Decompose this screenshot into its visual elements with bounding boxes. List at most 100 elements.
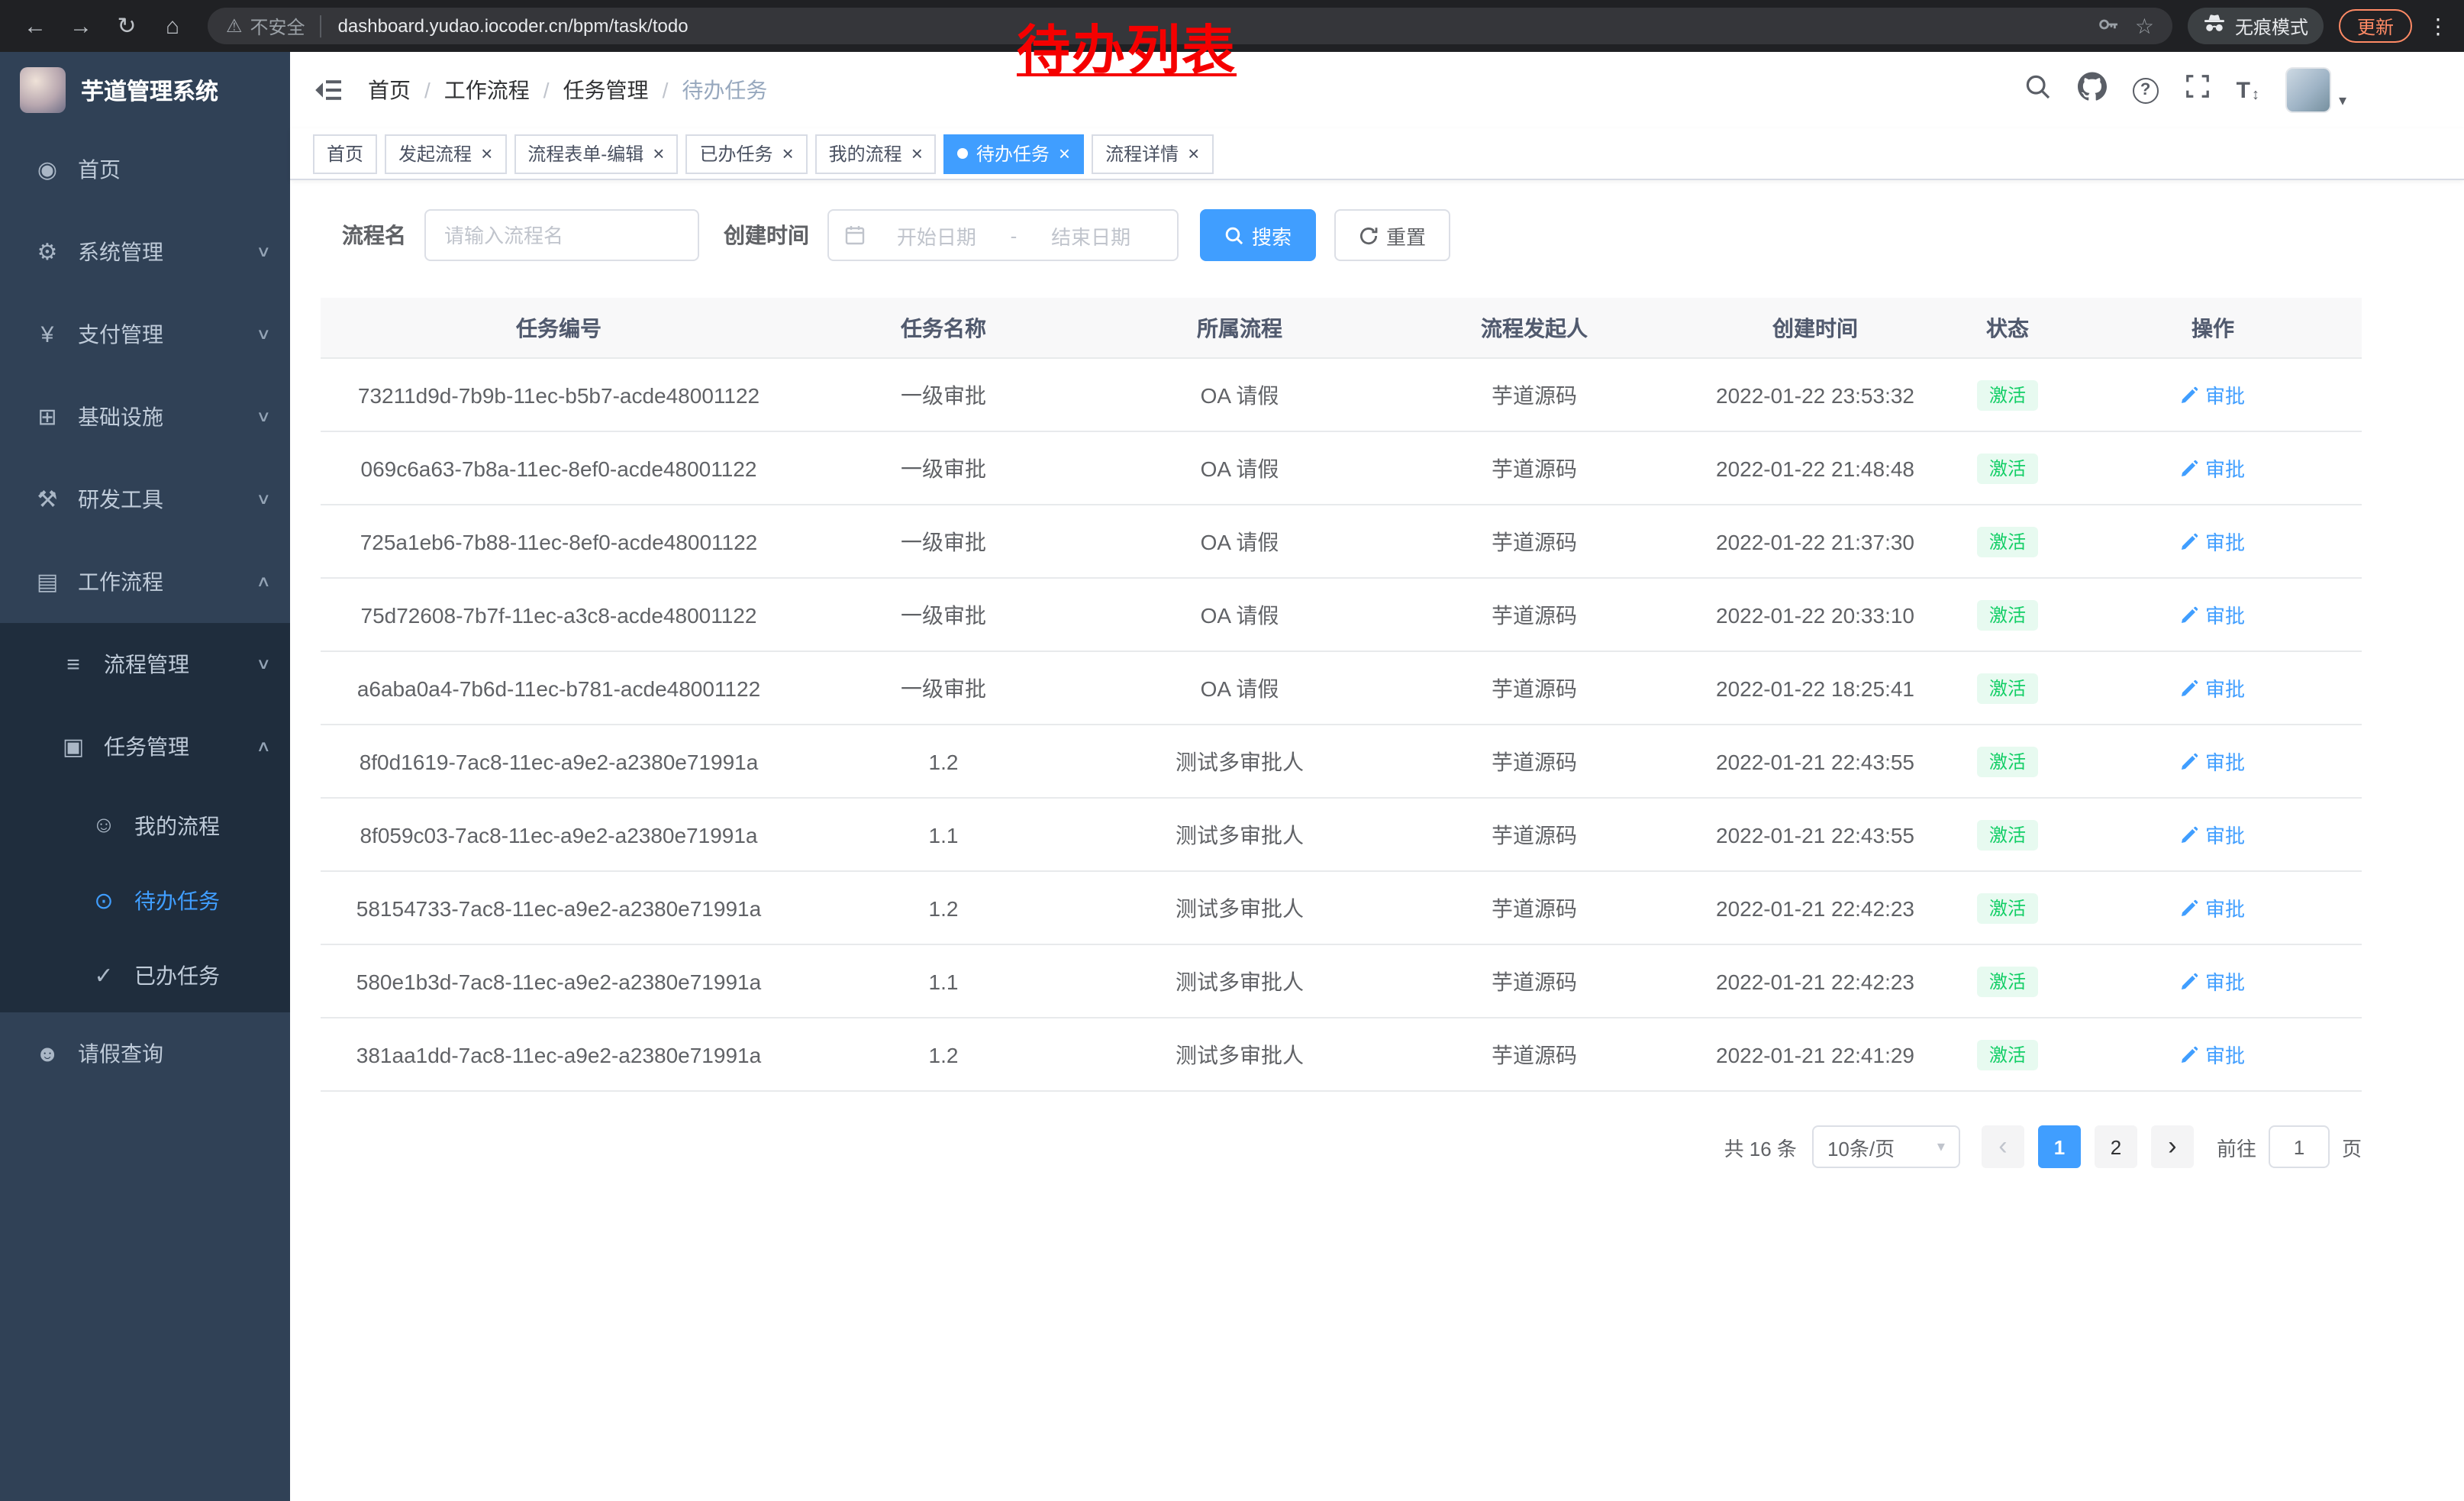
app-logo[interactable]: 芋道管理系统 — [0, 52, 290, 128]
sidebar-item-task-manage[interactable]: ▣ 任务管理 ∧ — [0, 705, 290, 788]
cell-action: 审批 — [2064, 380, 2362, 409]
sidebar-item-label: 研发工具 — [78, 484, 163, 515]
question-icon[interactable]: ? — [2133, 77, 2159, 103]
sidebar-item-label: 已办任务 — [134, 960, 220, 990]
cell-process: OA 请假 — [1090, 673, 1389, 703]
tab-label: 流程详情 — [1105, 140, 1179, 166]
close-icon[interactable]: × — [653, 144, 664, 163]
approve-link[interactable]: 审批 — [2181, 527, 2245, 556]
cell-process: 测试多审批人 — [1090, 819, 1389, 850]
approve-link[interactable]: 审批 — [2181, 893, 2245, 922]
tab-home[interactable]: 首页 — [313, 134, 377, 173]
search-button[interactable]: 搜索 — [1200, 209, 1316, 261]
sidebar-item-devtools[interactable]: ⚒ 研发工具 ∨ — [0, 458, 290, 541]
font-size-icon[interactable]: T↕ — [2237, 77, 2259, 103]
forward-icon[interactable]: → — [61, 6, 101, 46]
approve-link[interactable]: 审批 — [2181, 1040, 2245, 1069]
sidebar-item-leave-query[interactable]: ☻ 请假查询 — [0, 1012, 290, 1095]
reload-icon[interactable]: ↻ — [107, 6, 147, 46]
github-icon[interactable] — [2078, 72, 2107, 108]
approve-link[interactable]: 审批 — [2181, 600, 2245, 629]
tab-process-detail[interactable]: 流程详情 × — [1092, 134, 1213, 173]
sidebar-item-home[interactable]: ◉ 首页 — [0, 128, 290, 211]
sidebar-item-label: 流程管理 — [104, 649, 189, 679]
next-page-button[interactable]: › — [2151, 1125, 2194, 1168]
approve-link[interactable]: 审批 — [2181, 967, 2245, 996]
close-icon[interactable]: × — [481, 144, 492, 163]
key-icon[interactable] — [2098, 13, 2120, 39]
back-icon[interactable]: ← — [15, 6, 55, 46]
prev-page-button[interactable]: ‹ — [1982, 1125, 2024, 1168]
date-range-picker[interactable]: 开始日期 - 结束日期 — [827, 209, 1179, 261]
breadcrumb-separator: / — [424, 78, 431, 102]
close-icon[interactable]: × — [911, 144, 923, 163]
close-icon[interactable]: × — [1188, 144, 1199, 163]
cell-task-id: 8f0d1619-7ac8-11ec-a9e2-a2380e71991a — [321, 749, 797, 773]
breadcrumb-item[interactable]: 首页 — [368, 75, 411, 105]
sidebar-item-infrastructure[interactable]: ⊞ 基础设施 ∨ — [0, 376, 290, 458]
edit-icon — [2181, 825, 2199, 844]
sidebar-item-workflow[interactable]: ▤ 工作流程 ∧ — [0, 541, 290, 623]
reset-button[interactable]: 重置 — [1334, 209, 1450, 261]
user-menu[interactable]: ▾ — [2285, 67, 2346, 113]
table-row: 8f0d1619-7ac8-11ec-a9e2-a2380e71991a 1.2… — [321, 725, 2362, 799]
close-icon[interactable]: × — [1059, 144, 1070, 163]
hamburger-icon[interactable] — [313, 75, 343, 105]
approve-link[interactable]: 审批 — [2181, 380, 2245, 409]
goto-label: 前往 — [2217, 1132, 2256, 1161]
site-security[interactable]: ⚠ 不安全 — [226, 13, 305, 39]
fullscreen-icon[interactable] — [2185, 73, 2211, 107]
sidebar-item-payment[interactable]: ¥ 支付管理 ∨ — [0, 293, 290, 376]
tab-done-task[interactable]: 已办任务 × — [685, 134, 807, 173]
update-button[interactable]: 更新 — [2339, 9, 2412, 43]
search-icon[interactable] — [2024, 73, 2052, 108]
edit-icon — [2181, 1045, 2199, 1064]
cell-created-time: 2022-01-21 22:43:55 — [1679, 822, 1951, 847]
close-icon[interactable]: × — [782, 144, 793, 163]
tab-process-form-edit[interactable]: 流程表单-编辑 × — [514, 134, 678, 173]
sidebar-item-process-manage[interactable]: ≡ 流程管理 ∨ — [0, 623, 290, 705]
star-icon[interactable]: ☆ — [2135, 13, 2154, 39]
chevron-up-icon: ∧ — [256, 738, 271, 755]
table-row: a6aba0a4-7b6d-11ec-b781-acde48001122 一级审… — [321, 652, 2362, 725]
approve-link[interactable]: 审批 — [2181, 673, 2245, 702]
process-name-input[interactable] — [424, 209, 699, 261]
tab-todo-task[interactable]: 待办任务 × — [944, 134, 1084, 173]
sidebar-item-my-process[interactable]: ☺ 我的流程 — [0, 788, 290, 863]
sidebar-item-label: 系统管理 — [78, 237, 163, 267]
my-process-icon: ☺ — [87, 812, 121, 838]
omnibox-divider: │ — [316, 15, 327, 37]
approve-label: 审批 — [2205, 1040, 2245, 1069]
sidebar-item-done-task[interactable]: ✓ 已办任务 — [0, 938, 290, 1012]
chevron-down-icon: ∨ — [256, 244, 271, 260]
approve-link[interactable]: 审批 — [2181, 747, 2245, 776]
page-button-2[interactable]: 2 — [2095, 1125, 2137, 1168]
sidebar-item-todo-task[interactable]: ⊙ 待办任务 — [0, 863, 290, 938]
search-label: 搜索 — [1252, 221, 1292, 250]
edit-icon — [2181, 605, 2199, 624]
app-title: 芋道管理系统 — [81, 74, 218, 106]
breadcrumb-item[interactable]: 工作流程 — [444, 75, 530, 105]
done-task-icon: ✓ — [87, 961, 121, 989]
cell-status: 激活 — [1951, 379, 2064, 410]
home-icon[interactable]: ⌂ — [153, 6, 192, 46]
cell-task-name: 一级审批 — [797, 599, 1090, 630]
tab-start-process[interactable]: 发起流程 × — [385, 134, 506, 173]
goto-page-input[interactable] — [2269, 1125, 2330, 1168]
page-button-1[interactable]: 1 — [2038, 1125, 2081, 1168]
more-icon[interactable]: ⋮ — [2427, 13, 2449, 39]
todo-eye-icon: ⊙ — [87, 886, 121, 914]
cell-starter: 芋道源码 — [1389, 453, 1679, 483]
approve-link[interactable]: 审批 — [2181, 454, 2245, 483]
status-badge: 激活 — [1977, 599, 2038, 630]
incognito-icon — [2203, 14, 2226, 38]
tab-my-process[interactable]: 我的流程 × — [815, 134, 937, 173]
breadcrumb-item[interactable]: 任务管理 — [563, 75, 649, 105]
edit-icon — [2181, 679, 2199, 697]
incognito-badge: 无痕模式 — [2188, 8, 2324, 44]
column-header: 状态 — [1951, 312, 2064, 343]
status-badge: 激活 — [1977, 966, 2038, 996]
sidebar-item-system[interactable]: ⚙ 系统管理 ∨ — [0, 211, 290, 293]
approve-link[interactable]: 审批 — [2181, 820, 2245, 849]
page-size-select[interactable]: 10条/页 ▾ — [1812, 1125, 1960, 1168]
